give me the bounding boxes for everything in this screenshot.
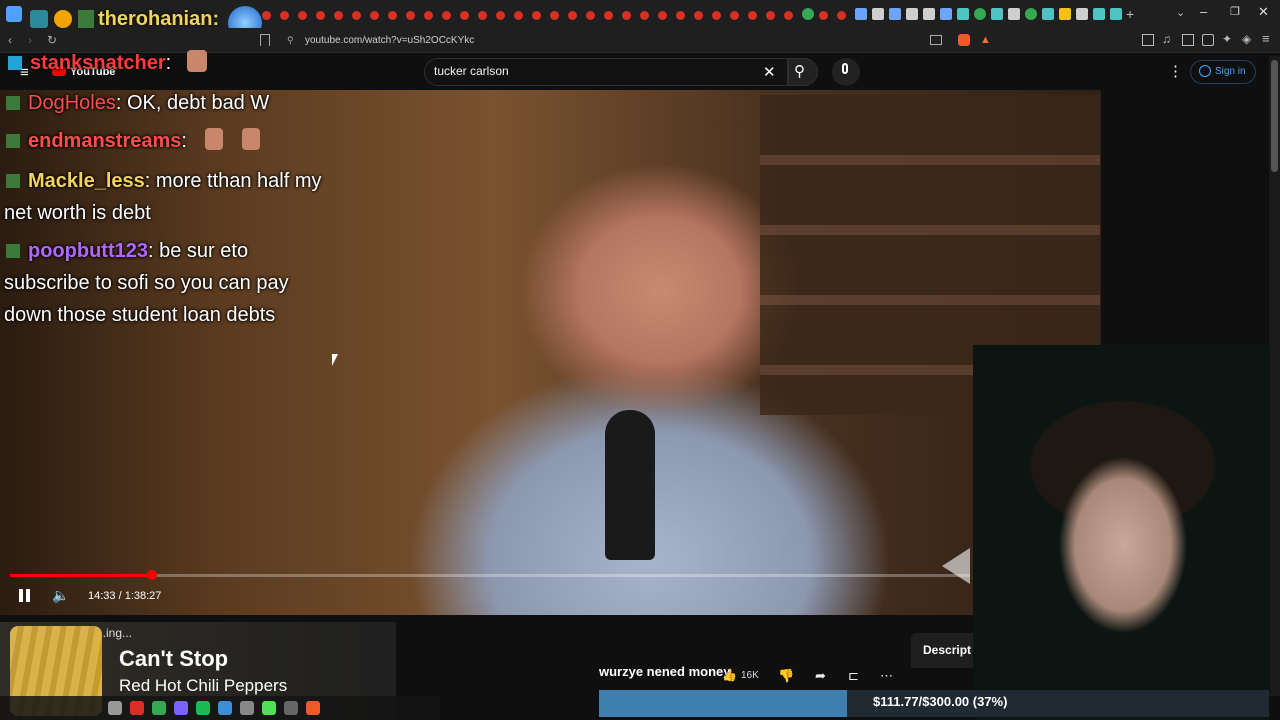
cast-icon[interactable] <box>930 35 942 45</box>
chat-text: be sur eto <box>153 240 249 262</box>
browser-menu-hamburger-icon[interactable]: ≡ <box>1262 31 1270 46</box>
pause-icon[interactable] <box>18 588 32 604</box>
taskbar-app-icon[interactable] <box>218 701 232 715</box>
taskbar-app-icon[interactable] <box>262 701 276 715</box>
chat-separator: : <box>165 52 172 74</box>
taskbar-app-icon[interactable] <box>152 701 166 715</box>
like-count[interactable]: 16K <box>741 670 759 681</box>
emote-icon <box>242 128 261 150</box>
chat-username: stanksnatcher <box>30 52 166 74</box>
emote-icon <box>186 50 207 72</box>
leo-icon[interactable]: ✦ <box>1222 32 1232 46</box>
restore-icon[interactable]: ❐ <box>1230 5 1240 18</box>
taskbar-brave-icon[interactable] <box>306 701 320 715</box>
donation-goal-fill <box>599 690 847 717</box>
chat-username: Mackle_less <box>28 170 145 192</box>
emote-icon <box>204 128 223 150</box>
chat-text-continued: down those student loan debts <box>4 304 276 326</box>
taskbar-app-icon[interactable] <box>240 701 254 715</box>
vpn-icon[interactable]: ◈ <box>1242 32 1251 46</box>
video-microphone <box>605 410 655 560</box>
taskbar <box>0 696 440 720</box>
reload-icon[interactable]: ↻ <box>47 32 57 48</box>
account-icon <box>1199 65 1211 77</box>
chat-text: OK, debt bad W <box>121 92 270 114</box>
taskbar-app-icon[interactable] <box>196 701 210 715</box>
search-query[interactable]: tucker carlson <box>434 64 509 78</box>
chat-badge-icon <box>6 96 20 110</box>
wallet-icon[interactable] <box>1202 34 1214 46</box>
minimize-icon[interactable]: – <box>1200 4 1207 19</box>
chat-message: poopbutt123: be sur eto <box>6 236 248 266</box>
video-overlay-title: wurzye nened money <box>599 664 731 679</box>
tab-search-icon[interactable]: ⌄ <box>1176 6 1185 19</box>
chat-badge-icon <box>6 174 20 188</box>
site-info-icon[interactable]: ⚲ <box>287 35 294 46</box>
sidebar-icon[interactable] <box>1182 34 1194 46</box>
more-actions-icon[interactable]: ⋯ <box>880 668 893 684</box>
search-icon: ⚲ <box>794 63 805 80</box>
description-tab[interactable]: Descript <box>911 633 973 668</box>
extensions-icon[interactable] <box>1142 34 1154 46</box>
microphone-icon <box>842 63 848 74</box>
new-tab-icon[interactable]: + <box>1126 6 1134 22</box>
chat-separator: : <box>181 130 187 152</box>
time-display: 14:33 / 1:38:27 <box>88 590 162 602</box>
chat-badge-icon <box>8 56 22 70</box>
chat-text-continued: subscribe to sofi so you can pay <box>4 272 289 294</box>
more-options-icon[interactable]: ⋮ <box>1168 62 1183 80</box>
chat-badge-icon <box>6 134 20 148</box>
donation-goal-text: $111.77/$300.00 (37%) <box>873 694 1008 709</box>
brave-shield-icon[interactable] <box>958 34 970 46</box>
share-icon[interactable]: ➦ <box>815 668 826 684</box>
taskbar-app-icon[interactable] <box>108 701 122 715</box>
chat-message: stanksnatcher: <box>8 48 207 78</box>
overlay-arrow-icon <box>942 548 970 584</box>
streamer-webcam <box>973 345 1270 720</box>
emote-icon <box>30 10 48 28</box>
rewards-icon[interactable]: ▲ <box>980 34 991 46</box>
mouse-cursor-icon <box>332 354 338 366</box>
like-icon[interactable]: 👍 <box>722 668 737 682</box>
taskbar-app-icon[interactable] <box>284 701 298 715</box>
chat-text: more tthan half my <box>150 170 322 192</box>
url-field[interactable]: youtube.com/watch?v=uSh2OCcKYkc <box>305 33 925 49</box>
song-title: Can't Stop <box>119 646 229 671</box>
dislike-icon[interactable]: 👎 <box>778 668 794 684</box>
chat-text-continued: net worth is debt <box>4 202 151 224</box>
browser-menu-icon[interactable] <box>6 6 22 22</box>
back-icon[interactable]: ‹ <box>8 32 12 48</box>
song-artist: Red Hot Chili Peppers <box>119 676 288 695</box>
taskbar-app-icon[interactable] <box>130 701 144 715</box>
close-window-icon[interactable]: ✕ <box>1258 4 1269 20</box>
warning-emote-icon <box>54 10 72 28</box>
progress-bar-played <box>10 574 153 577</box>
volume-icon[interactable]: 🔈 <box>52 587 69 604</box>
chat-message: Mackle_less: more tthan half my <box>6 166 322 196</box>
chat-username: endmanstreams <box>28 130 182 152</box>
forward-icon[interactable]: › <box>28 32 32 48</box>
chat-message: endmanstreams: <box>6 126 261 156</box>
scrollbar-thumb[interactable] <box>1271 60 1278 172</box>
clear-search-icon[interactable]: ✕ <box>763 63 776 81</box>
chat-username: DogHoles <box>28 92 116 114</box>
chat-badge-icon <box>78 10 94 28</box>
chat-message: DogHoles: OK, debt bad W <box>6 88 269 118</box>
chat-username: poopbutt123 <box>28 240 148 262</box>
browser-tabs[interactable] <box>262 0 1122 28</box>
bookmark-icon[interactable] <box>260 34 270 46</box>
media-icon[interactable]: ♫ <box>1162 32 1171 46</box>
taskbar-app-icon[interactable] <box>174 701 188 715</box>
save-icon[interactable]: ⊏ <box>848 668 859 684</box>
chat-badge-icon <box>6 244 20 258</box>
